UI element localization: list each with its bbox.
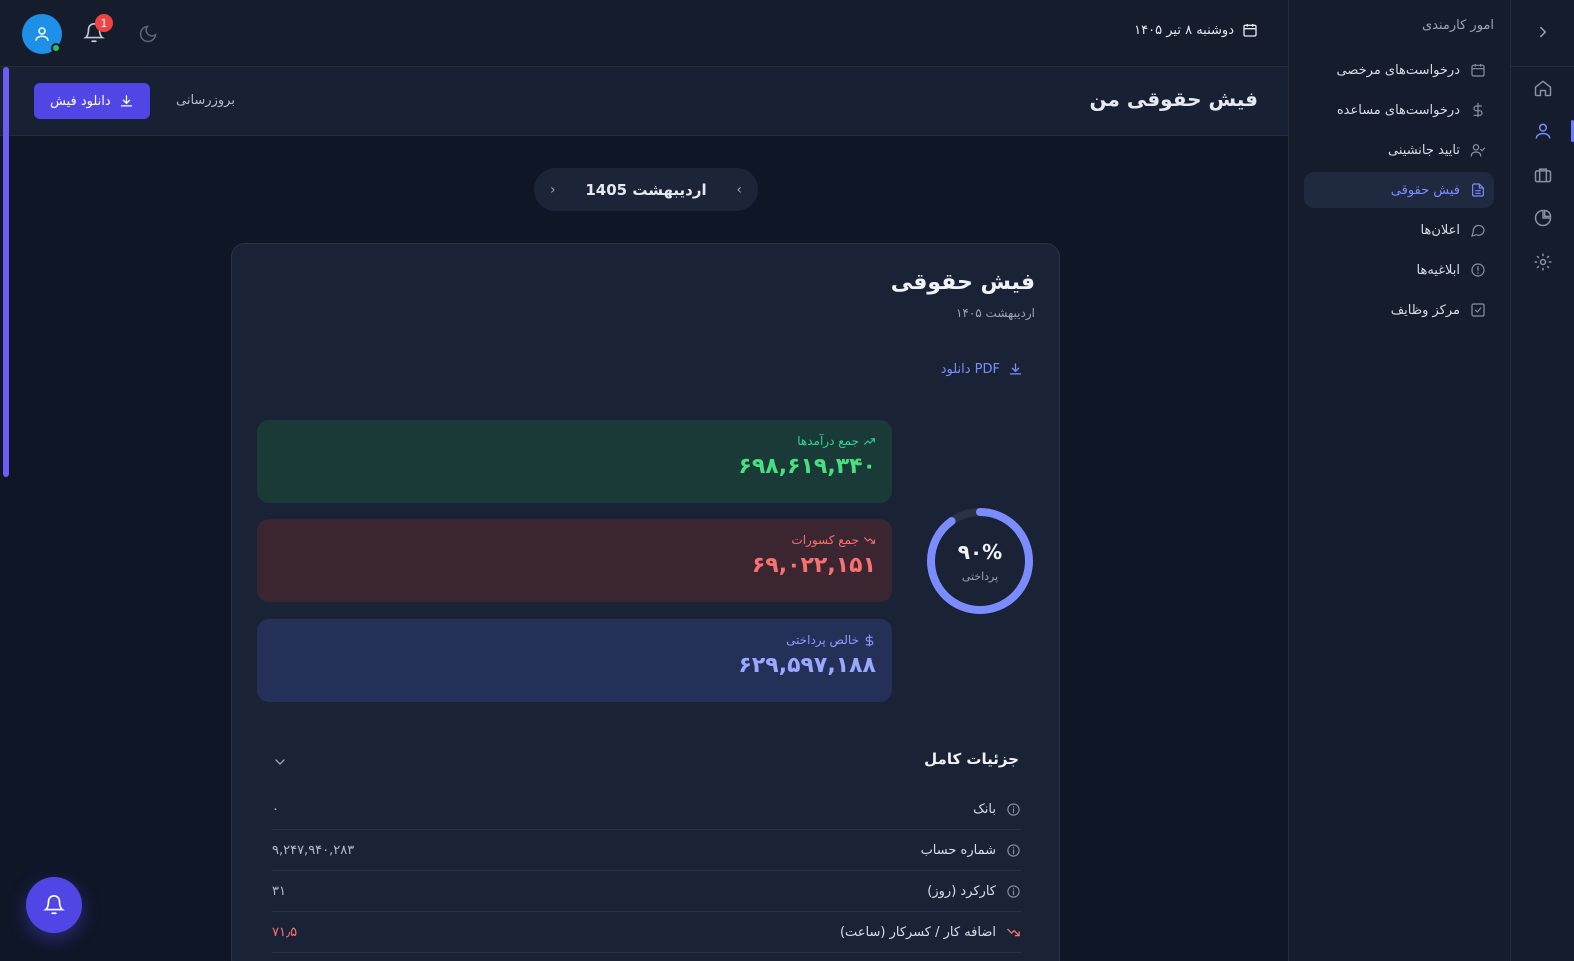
notification-badge: 1: [95, 14, 113, 32]
download-pdf-link[interactable]: دانلود PDF: [941, 362, 1023, 377]
detail-label-row: بانک: [973, 802, 1021, 817]
alert-circle-icon: [1470, 262, 1486, 278]
chart-pie-icon[interactable]: [1533, 208, 1553, 228]
floating-notification-button[interactable]: [26, 877, 82, 933]
refresh-button[interactable]: بروزرسانی: [176, 93, 235, 108]
dollar-icon: [863, 634, 876, 647]
current-date-text: دوشنبه ۸ تیر ۱۴۰۵: [1134, 22, 1234, 38]
sidebar-item-label: فیش حقوقی: [1390, 182, 1460, 198]
detail-value: ۰: [272, 802, 279, 817]
sidebar-item-advance-requests[interactable]: درخواست‌های مساعده: [1304, 92, 1494, 128]
month-picker: › اردیبهشت 1405 ‹: [534, 168, 758, 211]
sidebar-item-label: تایید جانشینی: [1388, 142, 1460, 158]
trending-up-icon: [863, 435, 876, 448]
detail-row-bank: بانک ۰: [272, 790, 1021, 830]
avatar[interactable]: [22, 14, 62, 54]
chevron-left-icon[interactable]: ‹: [736, 182, 742, 198]
chevron-right-icon[interactable]: [1534, 23, 1552, 41]
download-payslip-label: دانلود فیش: [50, 93, 111, 109]
deductions-total-value: ۶۹,۰۲۲,۱۵۱: [751, 553, 876, 578]
detail-row-overtime: اضافه کار / کسرکار (ساعت) ۷۱٫۵: [272, 913, 1021, 953]
download-icon: [119, 94, 134, 109]
icon-rail: [1510, 0, 1574, 961]
sidebar-item-announcements[interactable]: اعلان‌ها: [1304, 212, 1494, 248]
chevron-right-icon[interactable]: ›: [550, 182, 556, 198]
income-total-value: ۶۹۸,۶۱۹,۳۴۰: [738, 454, 876, 479]
sidebar-item-label: مرکز وظایف: [1390, 302, 1460, 318]
sidebar-item-payslip[interactable]: فیش حقوقی: [1304, 172, 1494, 208]
detail-value: ۹,۲۴۷,۹۴۰,۲۸۳: [272, 843, 355, 858]
moon-icon[interactable]: [138, 24, 158, 44]
deductions-total-card: جمع کسورات ۶۹,۰۲۲,۱۵۱: [257, 519, 892, 602]
sidebar-item-label: اعلان‌ها: [1420, 222, 1461, 238]
file-text-icon: [1470, 182, 1486, 198]
chevron-down-icon[interactable]: [272, 754, 288, 770]
check-square-icon: [1470, 302, 1486, 318]
calendar-icon: [1242, 22, 1258, 38]
detail-label-row: اضافه کار / کسرکار (ساعت): [840, 925, 1021, 940]
detail-label-row: شماره حساب: [921, 843, 1021, 858]
rail-divider: [1511, 66, 1574, 67]
info-icon: [1006, 843, 1021, 858]
detail-label: بانک: [973, 802, 996, 817]
download-pdf-label: دانلود PDF: [940, 362, 1000, 377]
sidebar-item-label: درخواست‌های مساعده: [1336, 102, 1460, 118]
download-icon: [1008, 362, 1023, 377]
income-total-card: جمع درآمدها ۶۹۸,۶۱۹,۳۴۰: [257, 420, 892, 503]
sidebar-item-label: ابلاغیه‌ها: [1416, 262, 1461, 278]
current-date: دوشنبه ۸ تیر ۱۴۰۵: [1134, 22, 1258, 38]
info-icon: [1006, 802, 1021, 817]
payslip-period: اردیبهشت ۱۴۰۵: [955, 306, 1035, 320]
detail-value: ۷۱٫۵: [272, 925, 298, 940]
online-status-dot: [51, 43, 61, 53]
detail-value: ۳۱: [272, 884, 286, 899]
detail-row-working-days: کارکرد (روز) ۳۱: [272, 872, 1021, 912]
info-icon: [1006, 884, 1021, 899]
net-pay-value: ۶۲۹,۵۹۷,۱۸۸: [738, 653, 876, 678]
month-picker-label: اردیبهشت 1405: [585, 180, 707, 199]
payslip-card: فیش حقوقی اردیبهشت ۱۴۰۵ دانلود PDF جمع د…: [231, 243, 1060, 961]
page-title: فیش حقوقی من: [1089, 87, 1258, 111]
sidebar-item-notices[interactable]: ابلاغیه‌ها: [1304, 252, 1494, 288]
sidebar: امور کارمندی درخواست‌های مرخصی درخواست‌ه…: [1288, 0, 1510, 961]
paid-percentage-value: ۹۰%: [957, 540, 1003, 564]
trending-down-icon: [863, 534, 876, 547]
briefcase-icon[interactable]: [1533, 165, 1553, 185]
dollar-icon: [1470, 102, 1486, 118]
calendar-icon: [1470, 62, 1486, 78]
net-pay-label: خالص پرداختی: [786, 633, 859, 647]
sidebar-section-title: امور کارمندی: [1421, 18, 1494, 33]
home-icon[interactable]: [1533, 78, 1553, 98]
paid-percentage-ring: ۹۰% پرداختی: [925, 506, 1035, 616]
gear-icon[interactable]: [1533, 252, 1553, 272]
sidebar-item-task-center[interactable]: مرکز وظایف: [1304, 292, 1494, 328]
page-header: فیش حقوقی من بروزرسانی دانلود فیش: [0, 67, 1288, 136]
sidebar-item-label: درخواست‌های مرخصی: [1336, 62, 1461, 78]
chat-icon: [1470, 222, 1486, 238]
user-icon: [33, 25, 51, 43]
net-pay-card: خالص پرداختی ۶۲۹,۵۹۷,۱۸۸: [257, 619, 892, 702]
download-payslip-button[interactable]: دانلود فیش: [34, 83, 150, 119]
scrollbar[interactable]: [3, 67, 9, 477]
net-pay-label-row: خالص پرداختی: [273, 633, 876, 647]
payslip-title: فیش حقوقی: [890, 270, 1035, 295]
detail-label: شماره حساب: [920, 843, 996, 858]
detail-label: اضافه کار / کسرکار (ساعت): [839, 925, 996, 940]
income-total-label-row: جمع درآمدها: [273, 434, 876, 448]
detail-label-row: کارکرد (روز): [927, 884, 1021, 899]
deductions-total-label: جمع کسورات: [791, 533, 859, 547]
trending-down-icon: [1006, 925, 1021, 940]
deductions-total-label-row: جمع کسورات: [273, 533, 876, 547]
details-section-title: جزئیات کامل: [924, 750, 1019, 768]
income-total-label: جمع درآمدها: [797, 434, 859, 448]
sidebar-item-leave-requests[interactable]: درخواست‌های مرخصی: [1304, 52, 1494, 88]
detail-row-account-number: شماره حساب ۹,۲۴۷,۹۴۰,۲۸۳: [272, 831, 1021, 871]
user-icon[interactable]: [1533, 121, 1553, 141]
sidebar-item-substitution[interactable]: تایید جانشینی: [1304, 132, 1494, 168]
detail-label: کارکرد (روز): [927, 884, 996, 899]
user-check-icon: [1470, 142, 1486, 158]
paid-percentage-label: پرداختی: [961, 570, 999, 583]
bell-icon: [43, 894, 65, 916]
top-bar: دوشنبه ۸ تیر ۱۴۰۵ 1: [0, 0, 1288, 67]
